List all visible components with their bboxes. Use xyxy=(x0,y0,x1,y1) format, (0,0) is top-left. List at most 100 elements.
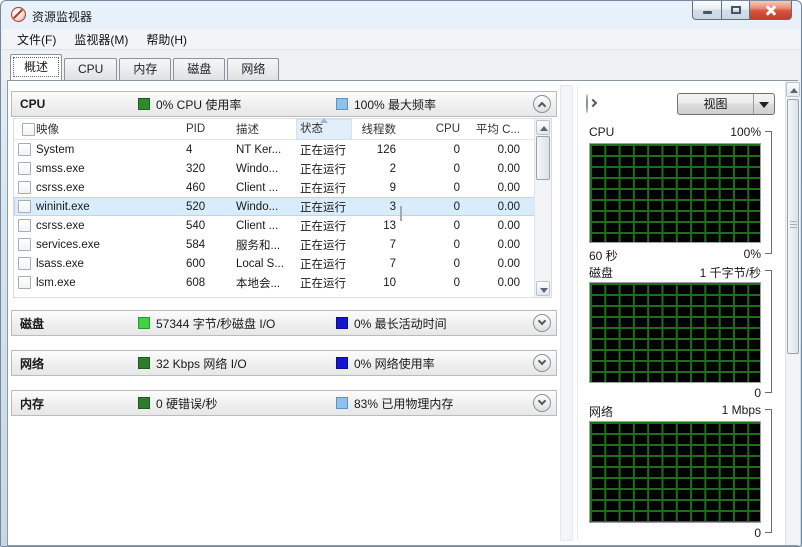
scroll-up-button[interactable] xyxy=(536,120,550,135)
view-dropdown-button[interactable] xyxy=(753,94,774,114)
row-checkbox[interactable] xyxy=(18,181,31,194)
cell-status: 正在运行 xyxy=(300,163,346,176)
network-expand-button[interactable] xyxy=(533,354,551,372)
column-header-cpu[interactable]: CPU xyxy=(396,123,460,135)
close-button[interactable] xyxy=(750,1,792,20)
minimize-icon xyxy=(703,11,712,14)
table-row[interactable]: services.exe 584 服务和... 正在运行 7 0 0.00 xyxy=(14,235,551,254)
menu-monitor[interactable]: 监视器(M) xyxy=(65,28,137,51)
row-checkbox[interactable] xyxy=(18,162,31,175)
cell-pid: 520 xyxy=(186,200,206,213)
cell-avg-cpu: 0.00 xyxy=(497,200,520,213)
cell-status: 正在运行 xyxy=(300,182,346,195)
process-table: 映像 PID 描述 状态 线程数 CPU 平均 C... System 4 NT… xyxy=(13,117,552,298)
cell-description: Windo... xyxy=(236,200,279,213)
cpu-section-title: CPU xyxy=(20,97,46,111)
table-row[interactable]: lsass.exe 600 Local S... 正在运行 7 0 0.00 xyxy=(14,254,551,273)
network-graph-header: 网络 1 Mbps xyxy=(589,403,773,420)
cell-image: lsm.exe xyxy=(36,276,76,289)
scrollbar-thumb[interactable] xyxy=(787,99,799,354)
disk-expand-button[interactable] xyxy=(533,314,551,332)
row-checkbox[interactable] xyxy=(18,238,31,251)
table-row[interactable]: csrss.exe 540 Client ... 正在运行 13 0 0.00 xyxy=(14,216,551,235)
scrollbar-thumb[interactable] xyxy=(536,136,550,180)
table-scrollbar[interactable] xyxy=(534,119,551,297)
table-row[interactable]: lsm.exe 608 本地会... 正在运行 10 0 0.00 xyxy=(14,273,551,292)
cell-avg-cpu: 0.00 xyxy=(497,219,520,232)
cpu-collapse-button[interactable] xyxy=(533,95,551,113)
cpu-graph-header: CPU 100% xyxy=(589,125,773,139)
graph-pane-toggle[interactable] xyxy=(586,94,598,113)
disk-graph-footer: 0 xyxy=(589,386,773,400)
column-header-description[interactable]: 描述 xyxy=(236,121,296,137)
cpu-graph xyxy=(589,143,761,243)
column-header-image[interactable]: 映像 xyxy=(36,121,186,137)
cell-pid: 4 xyxy=(186,143,193,156)
cell-avg-cpu: 0.00 xyxy=(497,276,520,289)
menu-file[interactable]: 文件(F) xyxy=(8,28,65,51)
app-icon xyxy=(11,7,26,22)
network-usage-swatch-icon xyxy=(336,357,348,369)
memory-used-swatch-icon xyxy=(336,397,348,409)
scroll-up-button[interactable] xyxy=(786,82,800,97)
cell-threads: 2 xyxy=(389,162,396,175)
tab-memory[interactable]: 内存 xyxy=(119,58,172,80)
cell-threads: 3 xyxy=(389,200,396,213)
cell-status: 正在运行 xyxy=(300,220,346,233)
row-checkbox[interactable] xyxy=(18,200,31,213)
row-checkbox[interactable] xyxy=(18,219,31,232)
memory-section-header[interactable]: 内存 0 硬错误/秒 83% 已用物理内存 xyxy=(11,390,557,416)
network-graph-footer: 0 xyxy=(589,526,773,540)
window-scrollbar[interactable] xyxy=(785,81,800,545)
cell-avg-cpu: 0.00 xyxy=(497,238,520,251)
left-pane-scrollbar[interactable] xyxy=(560,85,573,541)
time-axis-label: 60 秒 xyxy=(589,249,618,263)
column-header-avg-cpu[interactable]: 平均 C... xyxy=(460,121,526,137)
scroll-down-button[interactable] xyxy=(536,281,550,296)
menu-help[interactable]: 帮助(H) xyxy=(137,28,196,51)
row-checkbox[interactable] xyxy=(18,276,31,289)
cell-pid: 460 xyxy=(186,181,206,194)
network-section-header[interactable]: 网络 32 Kbps 网络 I/O 0% 网络使用率 xyxy=(11,350,557,376)
table-row[interactable]: csrss.exe 460 Client ... 正在运行 9 0 0.00 xyxy=(14,178,551,197)
row-checkbox[interactable] xyxy=(18,257,31,270)
cpu-graph-title: CPU xyxy=(589,125,615,139)
tab-overview[interactable]: 概述 xyxy=(10,54,63,80)
row-checkbox[interactable] xyxy=(18,143,31,156)
view-button[interactable]: 视图 xyxy=(677,93,775,115)
chevron-up-icon xyxy=(537,101,547,111)
chevron-down-icon xyxy=(537,356,547,366)
table-row[interactable]: System 4 NT Ker... 正在运行 126 0 0.00 xyxy=(14,140,551,159)
cell-description: Windo... xyxy=(236,162,279,175)
tab-disk[interactable]: 磁盘 xyxy=(173,58,226,80)
table-row[interactable]: smss.exe 320 Windo... 正在运行 2 0 0.00 xyxy=(14,159,551,178)
tab-cpu[interactable]: CPU xyxy=(64,58,118,80)
disk-section-title: 磁盘 xyxy=(20,316,45,331)
cell-threads: 126 xyxy=(376,143,396,156)
disk-io-legend: 57344 字节/秒磁盘 I/O xyxy=(138,315,336,332)
cell-description: NT Ker... xyxy=(236,143,282,156)
column-header-status[interactable]: 状态 xyxy=(296,117,352,140)
cpu-frequency-legend: 100% 最大频率 xyxy=(336,96,533,113)
cpu-section-header[interactable]: CPU 0% CPU 使用率 100% 最大频率 xyxy=(11,91,557,117)
cell-cpu: 0 xyxy=(453,181,460,194)
memory-expand-button[interactable] xyxy=(533,394,551,412)
scroll-up-icon xyxy=(790,88,798,93)
chevron-right-button[interactable] xyxy=(586,94,598,113)
column-header-threads[interactable]: 线程数 xyxy=(352,121,397,137)
panel-divider xyxy=(577,85,578,541)
column-header-pid[interactable]: PID xyxy=(186,123,236,135)
thumb-gripper-icon xyxy=(790,221,797,229)
disk-section-header[interactable]: 磁盘 57344 字节/秒磁盘 I/O 0% 最长活动时间 xyxy=(11,310,557,336)
network-usage-legend: 0% 网络使用率 xyxy=(336,355,533,372)
tab-network[interactable]: 网络 xyxy=(227,58,280,80)
table-row-selected[interactable]: wininit.exe 520 Windo... 正在运行 3 0 0.00 xyxy=(14,197,551,216)
memory-faults-swatch-icon xyxy=(138,397,150,409)
cell-image: lsass.exe xyxy=(36,257,84,270)
network-graph-scale: 1 Mbps xyxy=(721,403,761,417)
cell-image: smss.exe xyxy=(36,162,85,175)
maximize-button[interactable] xyxy=(722,1,750,20)
window-title: 资源监视器 xyxy=(32,10,93,24)
minimize-button[interactable] xyxy=(692,1,722,20)
select-all-checkbox[interactable] xyxy=(22,122,35,136)
